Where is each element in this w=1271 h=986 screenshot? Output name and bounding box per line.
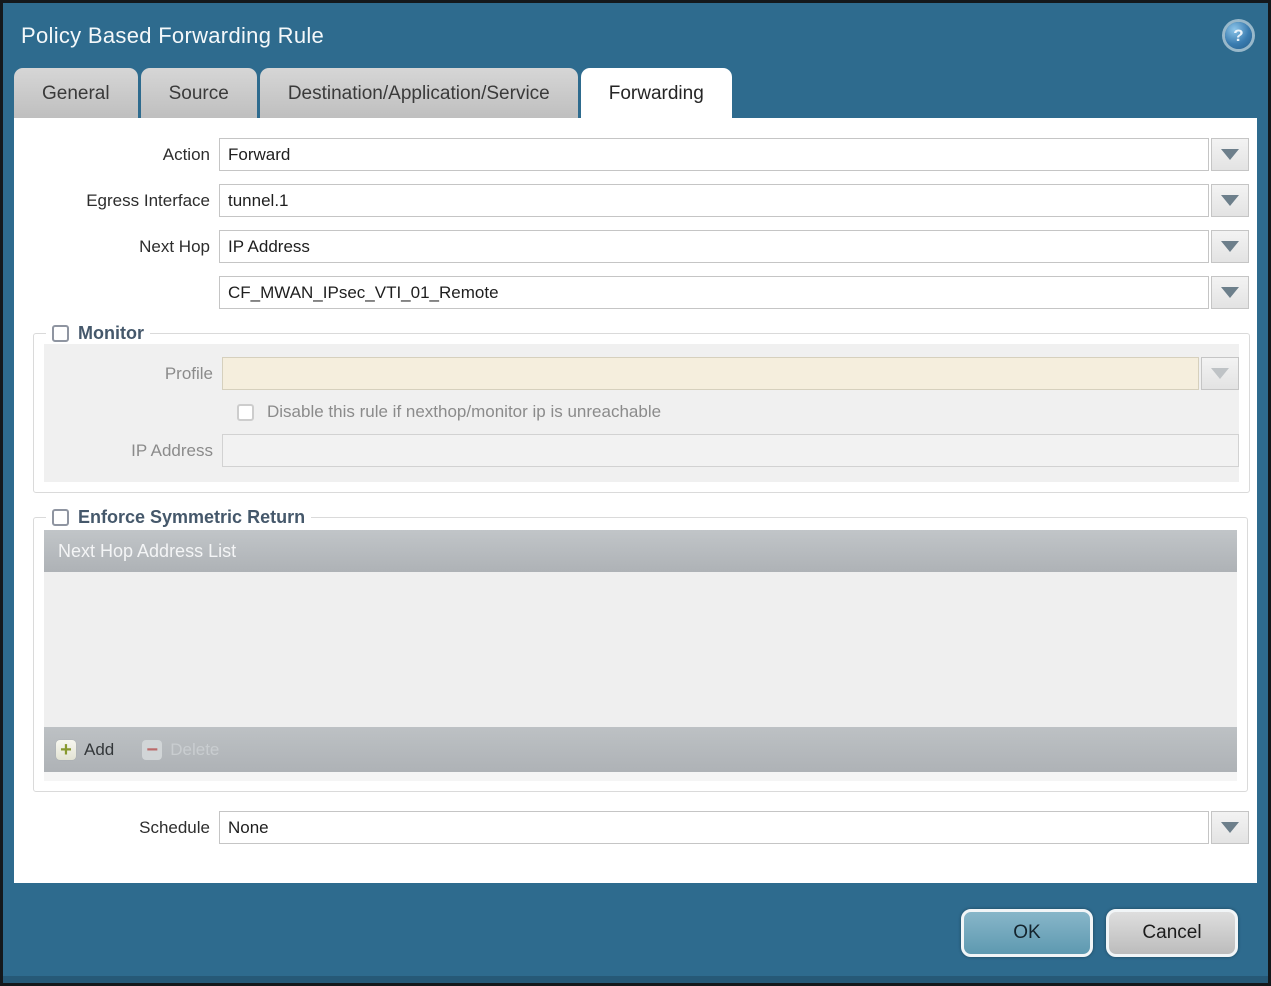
chevron-down-icon	[1221, 822, 1239, 833]
minus-icon: −	[142, 739, 163, 760]
cancel-button[interactable]: Cancel	[1106, 909, 1238, 957]
tab-source[interactable]: Source	[140, 68, 257, 118]
monitor-legend-label: Monitor	[78, 323, 144, 343]
action-label: Action	[162, 144, 210, 164]
profile-dropdown-button	[1201, 357, 1239, 390]
next-hop-address-row	[14, 276, 1257, 309]
monitor-panel: Profile Disable this rule if nexthop/mon…	[44, 344, 1239, 482]
monitor-ip-address-input	[222, 434, 1239, 467]
forwarding-tab-panel: Action Egress Interface Next Hop	[14, 118, 1257, 883]
plus-icon: +	[56, 739, 76, 760]
disable-rule-label: Disable this rule if nexthop/monitor ip …	[267, 402, 662, 421]
enforce-symmetric-return-legend-label: Enforce Symmetric Return	[78, 507, 306, 527]
monitor-checkbox[interactable]	[52, 325, 69, 342]
help-icon[interactable]: ?	[1225, 22, 1252, 49]
disable-rule-checkbox	[237, 403, 254, 421]
action-input[interactable]	[219, 138, 1209, 171]
title-bar: Policy Based Forwarding Rule ?	[3, 3, 1268, 68]
profile-label: Profile	[164, 363, 213, 383]
chevron-down-icon	[1221, 195, 1239, 206]
schedule-row: Schedule	[14, 811, 1257, 844]
next-hop-address-dropdown-button[interactable]	[1211, 276, 1249, 309]
table-scroll-strip	[44, 772, 1237, 781]
enforce-symmetric-return-fieldset: Enforce Symmetric Return Next Hop Addres…	[33, 507, 1248, 792]
action-row: Action	[14, 138, 1257, 171]
egress-interface-label: Egress Interface	[86, 190, 210, 210]
next-hop-address-list-body	[44, 572, 1237, 727]
chevron-down-icon	[1221, 287, 1239, 298]
add-button[interactable]: + Add	[56, 739, 115, 760]
delete-button: − Delete	[142, 739, 220, 760]
schedule-input[interactable]	[219, 811, 1209, 844]
chevron-down-icon	[1221, 241, 1239, 252]
action-dropdown-button[interactable]	[1211, 138, 1249, 171]
chevron-down-icon	[1211, 368, 1229, 379]
egress-interface-row: Egress Interface	[14, 184, 1257, 217]
monitor-ip-address-row: IP Address	[44, 434, 1239, 467]
disable-rule-row: Disable this rule if nexthop/monitor ip …	[237, 402, 1239, 422]
add-button-label: Add	[84, 739, 115, 759]
delete-button-label: Delete	[170, 739, 220, 759]
pbf-rule-dialog: Policy Based Forwarding Rule ? General S…	[0, 0, 1271, 986]
next-hop-address-input[interactable]	[219, 276, 1209, 309]
schedule-label: Schedule	[139, 817, 210, 837]
tab-general[interactable]: General	[14, 68, 138, 118]
next-hop-dropdown-button[interactable]	[1211, 230, 1249, 263]
monitor-fieldset: Monitor Profile Disable this rule if nex…	[33, 323, 1250, 493]
next-hop-address-list-table: Next Hop Address List + Add − Delete	[44, 530, 1237, 781]
monitor-ip-address-label: IP Address	[131, 440, 213, 460]
next-hop-address-list-header: Next Hop Address List	[44, 530, 1237, 572]
ok-button[interactable]: OK	[961, 909, 1093, 957]
egress-interface-dropdown-button[interactable]	[1211, 184, 1249, 217]
profile-row: Profile	[44, 357, 1239, 390]
next-hop-address-list-toolbar: + Add − Delete	[44, 727, 1237, 772]
tab-forwarding[interactable]: Forwarding	[580, 68, 732, 118]
tab-strip: General Source Destination/Application/S…	[3, 68, 1268, 118]
next-hop-row: Next Hop	[14, 230, 1257, 263]
profile-input	[222, 357, 1199, 390]
next-hop-label: Next Hop	[139, 236, 210, 256]
dialog-title: Policy Based Forwarding Rule	[21, 22, 325, 48]
egress-interface-input[interactable]	[219, 184, 1209, 217]
schedule-dropdown-button[interactable]	[1211, 811, 1249, 844]
dialog-footer: OK Cancel	[3, 883, 1268, 983]
chevron-down-icon	[1221, 149, 1239, 160]
enforce-symmetric-return-checkbox[interactable]	[52, 509, 69, 526]
tab-destination-application-service[interactable]: Destination/Application/Service	[259, 68, 578, 118]
next-hop-type-input[interactable]	[219, 230, 1209, 263]
